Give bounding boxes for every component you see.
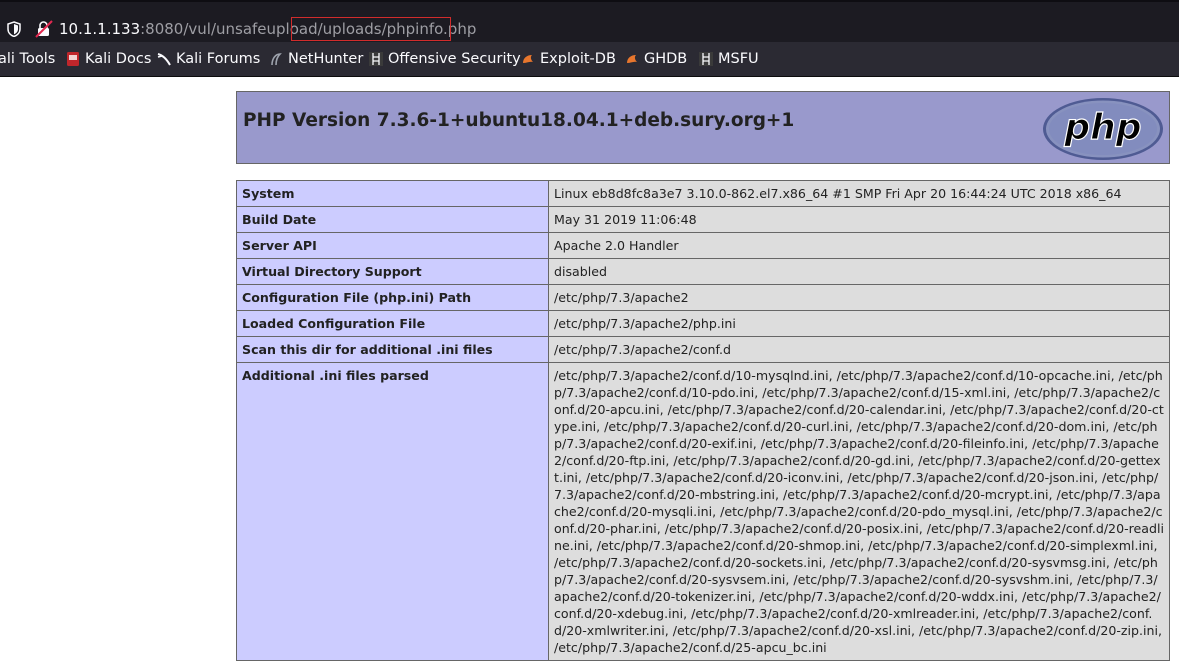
row-value: /etc/php/7.3/apache2/conf.d/10-mysqlnd.i… (548, 362, 1170, 661)
bookmark-label: Exploit-DB (540, 51, 616, 67)
kali-docs-icon (67, 52, 79, 66)
table-row: Scan this dir for additional .ini files … (236, 336, 1170, 363)
row-key: Additional .ini files parsed (236, 362, 549, 661)
row-value: /etc/php/7.3/apache2 (548, 284, 1170, 311)
table-row: System Linux eb8d8fc8a3e7 3.10.0-862.el7… (236, 180, 1170, 207)
address-field[interactable]: 10.1.1.133:8080/vul/unsafeupload/uploads… (0, 6, 1179, 41)
bookmark-label: Kali Docs (85, 51, 152, 67)
bookmarks-toolbar: ali Tools Kali Docs Kali Forums NetHunte… (0, 42, 1179, 77)
bookmark-offensive-security[interactable]: Offensive Security (369, 50, 521, 68)
bookmark-exploit-db[interactable]: Exploit-DB (521, 50, 616, 68)
row-value: /etc/php/7.3/apache2/php.ini (548, 310, 1170, 337)
row-key: Server API (236, 232, 549, 259)
row-key: Build Date (236, 206, 549, 233)
bookmark-ghdb[interactable]: GHDB (625, 50, 687, 68)
table-row: Loaded Configuration File /etc/php/7.3/a… (236, 310, 1170, 337)
exploit-db-icon (523, 55, 533, 63)
phpinfo-table: System Linux eb8d8fc8a3e7 3.10.0-862.el7… (236, 180, 1170, 661)
row-value: Apache 2.0 Handler (548, 232, 1170, 259)
bookmark-kali-docs[interactable]: Kali Docs (66, 50, 151, 68)
kali-forums-icon (157, 53, 171, 66)
php-logo[interactable]: php (1042, 97, 1164, 161)
bookmark-msfu[interactable]: MSFU (699, 50, 759, 68)
table-row: Virtual Directory Support disabled (236, 258, 1170, 285)
row-value: disabled (548, 258, 1170, 285)
row-key: Scan this dir for additional .ini files (236, 336, 549, 363)
bookmark-kali-tools[interactable]: ali Tools (0, 50, 55, 68)
url-highlight-box (291, 17, 451, 41)
row-value: May 31 2019 11:06:48 (548, 206, 1170, 233)
page-content: PHP Version 7.3.6-1+ubuntu18.04.1+deb.su… (0, 77, 1179, 661)
bookmark-label: MSFU (718, 51, 759, 67)
nethunter-icon (271, 53, 282, 66)
url-bar: 10.1.1.133:8080/vul/unsafeupload/uploads… (0, 0, 1179, 42)
bookmark-nethunter[interactable]: NetHunter (269, 50, 363, 68)
bookmark-label: Offensive Security (388, 51, 521, 67)
row-value: /etc/php/7.3/apache2/conf.d (548, 336, 1170, 363)
offensive-security-icon (369, 52, 383, 66)
tab-strip-edge (0, 0, 1179, 2)
table-row: Configuration File (php.ini) Path /etc/p… (236, 284, 1170, 311)
row-value: Linux eb8d8fc8a3e7 3.10.0-862.el7.x86_64… (548, 180, 1170, 207)
msfu-icon (699, 52, 713, 66)
row-key: System (236, 180, 549, 207)
bookmark-label: ali Tools (0, 51, 56, 67)
row-key: Loaded Configuration File (236, 310, 549, 337)
php-version-header: PHP Version 7.3.6-1+ubuntu18.04.1+deb.su… (236, 91, 1170, 164)
bookmark-label: NetHunter (288, 51, 364, 67)
table-row: Server API Apache 2.0 Handler (236, 232, 1170, 259)
bookmark-label: Kali Forums (176, 51, 261, 67)
row-key: Configuration File (php.ini) Path (236, 284, 549, 311)
shield-icon[interactable] (7, 21, 21, 37)
page-title: PHP Version 7.3.6-1+ubuntu18.04.1+deb.su… (243, 110, 795, 131)
table-row: Additional .ini files parsed /etc/php/7.… (236, 362, 1170, 661)
bookmark-label: GHDB (644, 51, 688, 67)
url-host: 10.1.1.133 (59, 20, 141, 38)
ghdb-icon (627, 55, 637, 63)
row-key: Virtual Directory Support (236, 258, 549, 285)
php-logo-text: php (1063, 107, 1141, 148)
table-row: Build Date May 31 2019 11:06:48 (236, 206, 1170, 233)
bookmark-kali-forums[interactable]: Kali Forums (157, 50, 260, 68)
insecure-lock-icon[interactable] (35, 20, 53, 38)
